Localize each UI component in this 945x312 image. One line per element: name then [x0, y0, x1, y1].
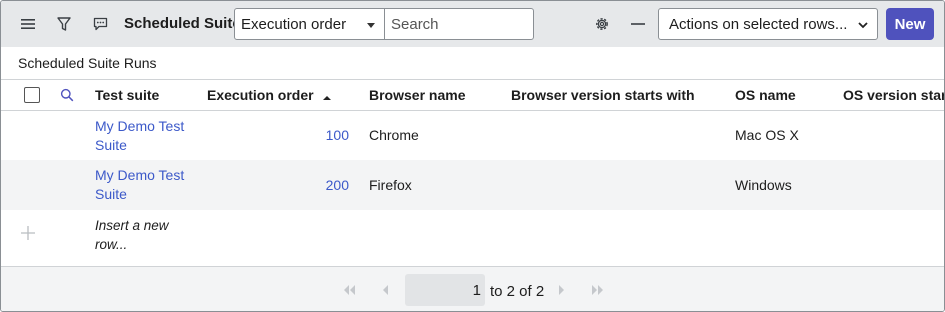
actions-select[interactable]: Actions on selected rows... — [658, 8, 878, 40]
execution-order-link[interactable]: 200 — [309, 177, 349, 193]
gear-icon[interactable] — [591, 13, 613, 35]
insert-new-row[interactable]: Insert a new row... — [95, 216, 175, 254]
divider — [1, 79, 944, 80]
test-suite-link[interactable]: My Demo Test Suite — [95, 166, 195, 204]
page-number-input[interactable] — [405, 274, 485, 306]
browser-name-cell: Firefox — [369, 177, 412, 193]
execution-order-link[interactable]: 100 — [309, 127, 349, 143]
add-row-icon[interactable] — [20, 225, 36, 244]
new-button[interactable]: New — [886, 8, 934, 40]
column-header-test-suite[interactable]: Test suite — [95, 87, 159, 103]
select-all-checkbox[interactable] — [24, 87, 40, 103]
search-icon[interactable] — [56, 84, 78, 106]
previous-page-icon[interactable] — [381, 283, 389, 299]
pagination-bar: to 2 of 2 — [1, 266, 944, 311]
list-subtitle: Scheduled Suite Runs — [18, 55, 157, 71]
os-name-cell: Mac OS X — [735, 127, 799, 143]
order-select-value: Execution order — [241, 15, 347, 33]
column-header-os-version[interactable]: OS version starts — [843, 87, 944, 103]
os-name-cell: Windows — [735, 177, 792, 193]
order-select[interactable]: Execution order — [234, 8, 385, 40]
list-title: Scheduled Suites — [124, 15, 250, 32]
next-page-icon[interactable] — [558, 283, 566, 299]
test-suite-link[interactable]: My Demo Test Suite — [95, 117, 195, 155]
last-page-icon[interactable] — [591, 283, 605, 299]
chevron-down-icon — [857, 18, 869, 35]
list-header: Scheduled Suites Execution order Actions… — [1, 1, 944, 47]
actions-select-value: Actions on selected rows... — [669, 15, 848, 33]
menu-icon[interactable] — [17, 13, 39, 35]
first-page-icon[interactable] — [342, 283, 356, 299]
page-range-text: to 2 of 2 — [490, 283, 545, 300]
column-header-label: Execution order — [207, 87, 314, 103]
column-header-execution-order[interactable]: Execution order — [207, 87, 332, 104]
search-input[interactable] — [384, 8, 534, 40]
list-frame: Scheduled Suites Execution order Actions… — [0, 0, 945, 312]
filter-icon[interactable] — [53, 13, 75, 35]
sort-ascending-icon — [323, 88, 332, 104]
column-header-browser-version[interactable]: Browser version starts with — [511, 87, 695, 103]
table-row: My Demo Test Suite 100 Chrome Mac OS X — [1, 111, 944, 161]
table-row: My Demo Test Suite 200 Firefox Windows — [1, 160, 944, 210]
column-header-browser-name[interactable]: Browser name — [369, 87, 465, 103]
browser-name-cell: Chrome — [369, 127, 419, 143]
column-header-os-name[interactable]: OS name — [735, 87, 796, 103]
minus-icon[interactable] — [627, 13, 649, 35]
comment-icon[interactable] — [89, 13, 111, 35]
caret-down-icon — [367, 23, 375, 28]
